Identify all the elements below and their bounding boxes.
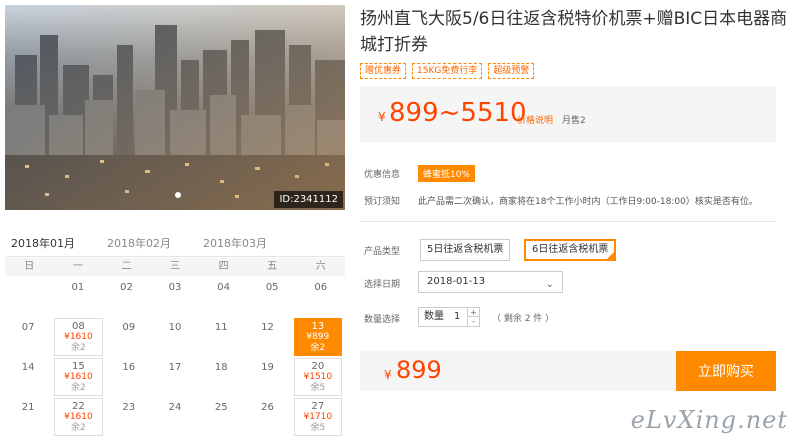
calendar-day: 25 xyxy=(214,402,228,413)
stepper-controls: + - xyxy=(467,308,479,326)
month-tabs: 2018年01月 2018年02月 2018年03月 xyxy=(5,231,345,261)
qty-text: 数量 xyxy=(424,311,444,322)
calendar-day: 09 xyxy=(122,322,136,333)
promo-badge: 蜂蜜抵10% xyxy=(418,165,476,182)
calendar-week: 01 02 03 04 05 06 xyxy=(5,278,345,316)
qty-label: 数量选择 xyxy=(364,315,401,325)
calendar-day: 05 xyxy=(265,282,279,293)
calendar-day: 16 xyxy=(122,362,136,373)
calendar-day-bookable[interactable]: 22 ¥1610 余2 xyxy=(54,398,103,436)
weekday-fri: 五 xyxy=(267,261,278,272)
calendar-day: 06 xyxy=(314,282,328,293)
calendar-day-bookable[interactable]: 15 ¥1610 余2 xyxy=(54,358,103,396)
notice-text: 此产品需二次确认，商家将在18个工作小时内（工作日9:00-18:00）核实是否… xyxy=(418,197,758,207)
calendar-day: 26 xyxy=(261,402,274,413)
calendar-day: 23 xyxy=(122,402,136,413)
weekday-thu: 四 xyxy=(218,261,229,272)
price-calendar: 日 一 二 三 四 五 六 01 02 03 04 05 06 07 08 ¥16… xyxy=(5,258,345,436)
calendar-day-bookable[interactable]: 27 ¥1710 余5 xyxy=(293,398,342,436)
weekday-sun: 日 xyxy=(24,261,35,272)
type-label: 产品类型 xyxy=(364,247,401,257)
tab-month-feb[interactable]: 2018年02月 xyxy=(107,235,171,251)
remaining-stock: （ 剩余 2 件 ） xyxy=(492,314,555,324)
promo-label: 优惠信息 xyxy=(364,170,401,180)
quantity-stepper: 数量 1 + - xyxy=(418,307,480,327)
weekday-header: 日 一 二 三 四 五 六 xyxy=(5,258,345,276)
calendar-day-empty xyxy=(5,278,54,316)
carousel-dot[interactable] xyxy=(175,192,181,198)
tab-month-mar[interactable]: 2018年03月 xyxy=(203,235,267,251)
calendar-day: 11 xyxy=(214,322,228,333)
price-box: ¥ 899~5510 价格说明 月售2 xyxy=(360,86,776,142)
increment-button[interactable]: + xyxy=(468,308,479,317)
date-select[interactable]: 2018-01-13 ⌄ xyxy=(418,271,563,293)
total-price: 899 xyxy=(396,356,442,384)
weekday-tue: 二 xyxy=(121,261,132,272)
calendar-day-selected[interactable]: 13 ¥899 余2 xyxy=(293,318,342,356)
date-label: 选择日期 xyxy=(364,280,401,290)
product-title: 扬州直飞大阪5/6日往返含税特价机票+赠BIC日本电器商城打折券 xyxy=(360,9,788,55)
calendar-day: 01 xyxy=(71,282,85,293)
photo-id-label: ID:2341112 xyxy=(274,191,343,208)
tag-coupon: 赠优惠券 xyxy=(360,63,407,79)
calendar-day-bookable[interactable]: 20 ¥1510 余5 xyxy=(293,358,342,396)
calendar-day: 18 xyxy=(214,362,228,373)
weekday-mon: 一 xyxy=(72,261,83,272)
currency-symbol: ¥ xyxy=(378,110,386,124)
buy-bar: ¥ 899 立即购买 xyxy=(360,351,776,391)
calendar-day: 03 xyxy=(168,282,182,293)
tag-luggage: 15KG免费行李 xyxy=(412,63,483,79)
notice-label: 预订须知 xyxy=(364,197,401,207)
calendar-day: 02 xyxy=(120,282,133,293)
weekday-sat: 六 xyxy=(315,261,326,272)
monthly-sales: 月售2 xyxy=(562,116,586,126)
type-option-6day[interactable]: 6日往返含税机票 xyxy=(524,239,617,261)
product-photo[interactable]: ID:2341112 xyxy=(5,5,345,210)
tag-presale: 超级预警 xyxy=(488,63,535,79)
currency-symbol: ¥ xyxy=(384,368,392,382)
tab-month-jan[interactable]: 2018年01月 xyxy=(6,235,80,261)
price-note-link[interactable]: 价格说明 xyxy=(517,113,553,126)
calendar-day: 21 xyxy=(21,402,35,413)
calendar-day-bookable[interactable]: 08 ¥1610 余2 xyxy=(54,318,103,356)
divider xyxy=(360,221,776,222)
site-watermark: eLvXing.net xyxy=(630,406,788,434)
calendar-day: 07 xyxy=(21,322,35,333)
price-range: 899~5510 xyxy=(389,98,527,128)
calendar-day: 04 xyxy=(217,282,230,293)
buy-now-button[interactable]: 立即购买 xyxy=(676,351,776,391)
decrement-button[interactable]: - xyxy=(468,317,479,326)
selected-date: 2018-01-13 xyxy=(427,276,486,287)
calendar-day: 14 xyxy=(21,362,35,373)
calendar-day: 10 xyxy=(168,322,182,333)
city-skyline-image xyxy=(5,5,345,210)
calendar-day: 19 xyxy=(261,362,274,373)
weekday-wed: 三 xyxy=(170,261,181,272)
product-tags: 赠优惠券 15KG免费行李 超级预警 xyxy=(360,63,535,79)
calendar-week: 07 08 ¥1610 余2 09 10 11 12 13 ¥899 余2 xyxy=(5,318,345,356)
calendar-week: 14 15 ¥1610 余2 16 17 18 19 20 ¥1510 余5 xyxy=(5,358,345,396)
calendar-day: 17 xyxy=(168,362,182,373)
quantity-input[interactable]: 1 xyxy=(454,308,460,326)
calendar-day: 24 xyxy=(168,402,182,413)
calendar-day: 12 xyxy=(261,322,274,333)
chevron-down-icon: ⌄ xyxy=(545,279,554,290)
calendar-week: 21 22 ¥1610 余2 23 24 25 26 27 ¥1710 余5 xyxy=(5,398,345,436)
type-option-5day[interactable]: 5日往返含税机票 xyxy=(420,239,511,261)
